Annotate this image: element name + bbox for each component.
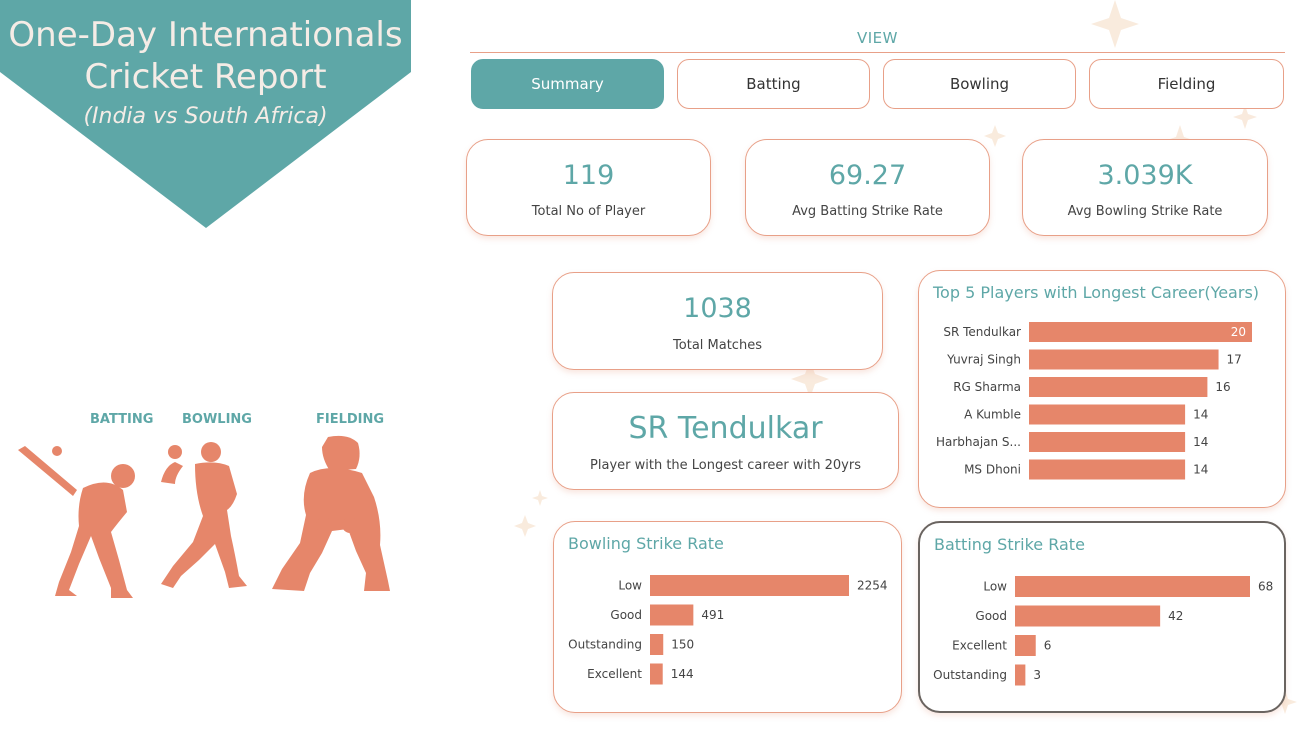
tab-bowling[interactable]: Bowling xyxy=(883,59,1076,109)
category-label: Yuvraj Singh xyxy=(946,353,1021,367)
bar[interactable] xyxy=(650,663,663,685)
kpi-label: Total No of Player xyxy=(531,204,646,219)
kpi-label: Player with the Longest career with 20yr… xyxy=(590,458,861,473)
data-label: 2254 xyxy=(857,579,888,593)
bar[interactable] xyxy=(1015,664,1026,686)
category-label: A Kumble xyxy=(964,408,1021,422)
kpi-avg-batting-strike-rate: 69.27 Avg Batting Strike Rate xyxy=(745,139,990,236)
category-label: Good xyxy=(975,609,1007,623)
bar[interactable] xyxy=(1015,635,1036,656)
category-label: Excellent xyxy=(952,639,1007,653)
data-label: 14 xyxy=(1193,463,1208,477)
bar[interactable] xyxy=(1015,576,1250,597)
chart-bowling-strike-rate[interactable]: Bowling Strike Rate Low 2254 Good 491 Outsta… xyxy=(553,521,902,713)
bar[interactable] xyxy=(1029,404,1186,425)
kpi-label: Total Matches xyxy=(673,338,762,353)
report-title-line2: Cricket Report xyxy=(84,57,327,97)
chart-plot: Low 68 Good 42 Excellent 6 Outstanding 3 xyxy=(933,576,1273,686)
kpi-total-players: 119 Total No of Player xyxy=(466,139,711,236)
data-label: 150 xyxy=(671,638,694,652)
kpi-total-matches: 1038 Total Matches xyxy=(552,272,883,370)
bar[interactable] xyxy=(1015,605,1161,627)
bar[interactable] xyxy=(650,604,694,626)
data-label: 14 xyxy=(1193,435,1208,449)
chart-plot: SR Tendulkar 20 Yuvraj Singh 17 RG Sharma 16 A… xyxy=(936,322,1252,480)
data-label: 14 xyxy=(1193,408,1208,422)
category-label: Excellent xyxy=(587,667,642,681)
data-label: 20 xyxy=(1231,325,1246,339)
chart-longest-career[interactable]: Top 5 Players with Longest Career(Years)… xyxy=(918,270,1286,508)
kpi-label: Avg Batting Strike Rate xyxy=(792,204,943,219)
bar[interactable] xyxy=(1029,459,1186,480)
kpi-value: SR Tendulkar xyxy=(628,411,823,446)
kpi-avg-bowling-strike-rate: 3.039K Avg Bowling Strike Rate xyxy=(1022,139,1268,236)
kpi-value: 119 xyxy=(562,160,615,191)
data-label: 68 xyxy=(1258,580,1273,594)
bar[interactable] xyxy=(650,575,849,596)
chart-batting-strike-rate[interactable]: Batting Strike Rate Low 68 Good 42 Excellent… xyxy=(918,521,1286,713)
chart-plot: Low 2254 Good 491 Outstanding 150 Excellent 144 xyxy=(568,575,888,685)
tab-summary[interactable]: Summary xyxy=(471,59,664,109)
kpi-value: 1038 xyxy=(683,293,752,324)
category-label: RG Sharma xyxy=(953,380,1021,394)
bar[interactable] xyxy=(1029,349,1219,370)
kpi-value: 69.27 xyxy=(828,160,907,191)
bar[interactable] xyxy=(1029,322,1252,342)
category-label: MS Dhoni xyxy=(964,463,1021,477)
category-label: SR Tendulkar xyxy=(943,325,1021,339)
data-label: 16 xyxy=(1215,380,1230,394)
label-fielding: FIELDING xyxy=(316,412,385,427)
category-label: Low xyxy=(983,580,1007,594)
bowler-silhouette xyxy=(161,442,247,588)
category-label: Low xyxy=(618,579,642,593)
category-label: Good xyxy=(610,608,642,622)
category-label: Outstanding xyxy=(568,638,642,652)
kpi-longest-career-player: SR Tendulkar Player with the Longest car… xyxy=(552,392,899,490)
fielder-silhouette xyxy=(272,435,390,591)
bar[interactable] xyxy=(650,634,664,655)
kpi-label: Avg Bowling Strike Rate xyxy=(1067,204,1223,219)
tab-batting[interactable]: Batting xyxy=(677,59,870,109)
kpi-value: 3.039K xyxy=(1097,160,1193,191)
category-label: Harbhajan S... xyxy=(936,435,1021,449)
data-label: 491 xyxy=(701,608,724,622)
view-divider xyxy=(470,52,1285,53)
label-batting: BATTING xyxy=(90,412,154,427)
data-label: 3 xyxy=(1033,668,1041,682)
view-label: VIEW xyxy=(857,29,898,47)
batsman-silhouette xyxy=(18,446,135,598)
report-title-line1: One-Day Internationals xyxy=(8,15,403,55)
data-label: 6 xyxy=(1044,639,1052,653)
label-bowling: BOWLING xyxy=(182,412,252,427)
data-label: 42 xyxy=(1168,609,1183,623)
report-title: One-Day Internationals Cricket Report xyxy=(0,14,411,98)
data-label: 17 xyxy=(1227,353,1242,367)
category-label: Outstanding xyxy=(933,668,1007,682)
data-label: 144 xyxy=(671,667,694,681)
report-subtitle: (India vs South Africa) xyxy=(83,104,328,129)
bar[interactable] xyxy=(1029,432,1186,452)
tab-fielding[interactable]: Fielding xyxy=(1089,59,1284,109)
bar[interactable] xyxy=(1029,377,1208,397)
